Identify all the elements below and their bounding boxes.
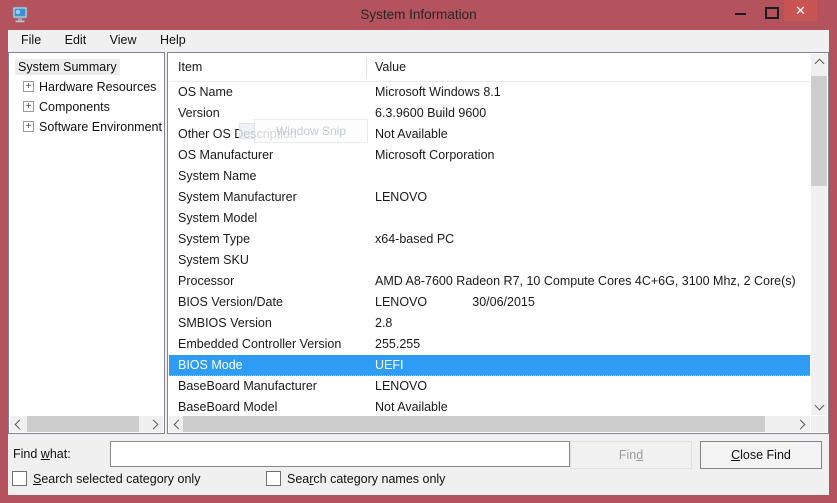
scroll-right-icon[interactable]	[794, 416, 810, 432]
tree-item-system-summary[interactable]: System Summary	[12, 57, 163, 77]
row-item-cell: BIOS Version/Date	[178, 292, 283, 313]
find-what-label: Find what:	[13, 447, 71, 461]
search-selected-category-checkbox[interactable]: Search selected category only	[12, 471, 200, 486]
scrollbar-corner	[811, 416, 827, 432]
row-item-cell: System Name	[178, 166, 257, 187]
detail-horizontal-scrollbar[interactable]	[169, 416, 810, 432]
table-header: Item Value	[169, 54, 810, 82]
table-row[interactable]: Embedded Controller Version 255.255	[169, 334, 810, 355]
category-tree: System Summary Hardware Resources Compon…	[12, 57, 163, 137]
checkbox-icon[interactable]	[266, 471, 281, 486]
row-item-cell: System Model	[178, 208, 257, 229]
table-row[interactable]: System SKU	[169, 250, 810, 271]
row-value-cell: 2.8	[375, 313, 392, 334]
tree-item-label: Components	[39, 100, 110, 114]
table-row[interactable]: OS Name Microsoft Windows 8.1	[169, 82, 810, 103]
tree-item-hardware-resources[interactable]: Hardware Resources	[12, 77, 163, 97]
minimize-icon	[735, 13, 746, 15]
column-header-value: Value	[375, 54, 406, 81]
maximize-button[interactable]	[756, 0, 786, 21]
window-title: System Information	[0, 0, 837, 30]
close-find-button[interactable]: Close Find	[700, 441, 822, 469]
table-row[interactable]: System Manufacturer LENOVO	[169, 187, 810, 208]
find-options-row: Search selected category only Search cat…	[8, 471, 829, 489]
close-icon: ✕	[784, 0, 817, 21]
row-value-cell: x64-based PC	[375, 229, 454, 250]
table-row[interactable]: System Model	[169, 208, 810, 229]
row-item-cell: OS Manufacturer	[178, 145, 273, 166]
find-input[interactable]	[110, 441, 570, 467]
row-value-cell: UEFI	[375, 355, 403, 376]
tree-item-label: Hardware Resources	[39, 80, 156, 94]
menu-edit[interactable]: Edit	[55, 30, 97, 52]
row-value-cell: LENOVO	[375, 187, 427, 208]
menu-file[interactable]: File	[11, 30, 51, 52]
system-information-window: System Information ✕ File Edit View Help…	[0, 0, 837, 503]
row-item-cell: System SKU	[178, 250, 249, 271]
row-value-cell: Microsoft Windows 8.1	[375, 82, 501, 103]
expand-plus-icon[interactable]	[23, 121, 34, 132]
table-row[interactable]: System Type x64-based PC	[169, 229, 810, 250]
window-snip-tooltip: Window Snip	[254, 119, 368, 143]
snip-tooltip-label: Window Snip	[276, 124, 346, 138]
row-item-cell: System Type	[178, 229, 250, 250]
snip-icon	[239, 123, 255, 139]
tree-horizontal-scrollbar[interactable]	[10, 416, 163, 432]
scrollbar-thumb[interactable]	[27, 416, 139, 432]
tree-item-label: System Summary	[15, 59, 120, 75]
tree-item-components[interactable]: Components	[12, 97, 163, 117]
table-row[interactable]: BIOS Mode UEFI	[169, 355, 810, 376]
scrollbar-thumb[interactable]	[183, 416, 765, 432]
close-button[interactable]: ✕	[784, 0, 817, 21]
column-divider[interactable]	[366, 57, 367, 78]
row-value-cell: AMD A8-7600 Radeon R7, 10 Compute Cores …	[375, 271, 796, 292]
detail-pane: Item Value OS Name Microsoft Windows 8.1…	[167, 52, 829, 434]
checkbox-icon[interactable]	[12, 471, 27, 486]
tree-item-software-environment[interactable]: Software Environment	[12, 117, 163, 137]
row-item-cell: BIOS Mode	[178, 355, 243, 376]
tree-item-label: Software Environment	[39, 120, 162, 134]
row-value-cell: Microsoft Corporation	[375, 145, 495, 166]
scrollbar-thumb[interactable]	[811, 76, 827, 186]
column-header-item: Item	[178, 54, 202, 81]
row-value-cell: 255.255	[375, 334, 420, 355]
minimize-button[interactable]	[726, 0, 756, 21]
row-item-cell: System Manufacturer	[178, 187, 297, 208]
table-row[interactable]: Processor AMD A8-7600 Radeon R7, 10 Comp…	[169, 271, 810, 292]
table-row[interactable]: SMBIOS Version 2.8	[169, 313, 810, 334]
search-category-names-checkbox[interactable]: Search category names only	[266, 471, 445, 486]
scroll-left-icon[interactable]	[10, 416, 26, 432]
expand-plus-icon[interactable]	[23, 101, 34, 112]
row-item-cell: SMBIOS Version	[178, 313, 272, 334]
row-item-cell: OS Name	[178, 82, 233, 103]
table-row[interactable]: BaseBoard Model Not Available	[169, 397, 810, 418]
maximize-icon	[765, 7, 779, 19]
detail-vertical-scrollbar[interactable]	[811, 54, 827, 415]
category-tree-pane: System Summary Hardware Resources Compon…	[8, 52, 165, 434]
window-content: File Edit View Help System Summary Hardw…	[8, 30, 829, 495]
scroll-up-icon[interactable]	[811, 54, 827, 70]
find-button[interactable]: Find	[570, 441, 692, 469]
table-row[interactable]: BaseBoard Manufacturer LENOVO	[169, 376, 810, 397]
row-value-cell: 6.3.9600 Build 9600	[375, 103, 486, 124]
table-row[interactable]: System Name	[169, 166, 810, 187]
row-value-cell: Not Available	[375, 397, 448, 418]
scroll-right-icon[interactable]	[147, 416, 163, 432]
row-value-cell: LENOVO	[375, 376, 427, 397]
scroll-down-icon[interactable]	[811, 399, 827, 415]
row-item-cell: BaseBoard Manufacturer	[178, 376, 317, 397]
menu-bar: File Edit View Help	[8, 30, 829, 52]
row-value-cell: LENOVO 30/06/2015	[375, 292, 535, 313]
table-row[interactable]: BIOS Version/Date LENOVO 30/06/2015	[169, 292, 810, 313]
menu-view[interactable]: View	[100, 30, 147, 52]
row-item-cell: Embedded Controller Version	[178, 334, 341, 355]
row-item-cell: BaseBoard Model	[178, 397, 277, 418]
expand-plus-icon[interactable]	[23, 81, 34, 92]
row-value-cell: Not Available	[375, 124, 448, 145]
row-item-cell: Version	[178, 103, 220, 124]
menu-help[interactable]: Help	[150, 30, 196, 52]
title-bar: System Information ✕	[0, 0, 837, 30]
row-item-cell: Processor	[178, 271, 234, 292]
table-row[interactable]: OS Manufacturer Microsoft Corporation	[169, 145, 810, 166]
